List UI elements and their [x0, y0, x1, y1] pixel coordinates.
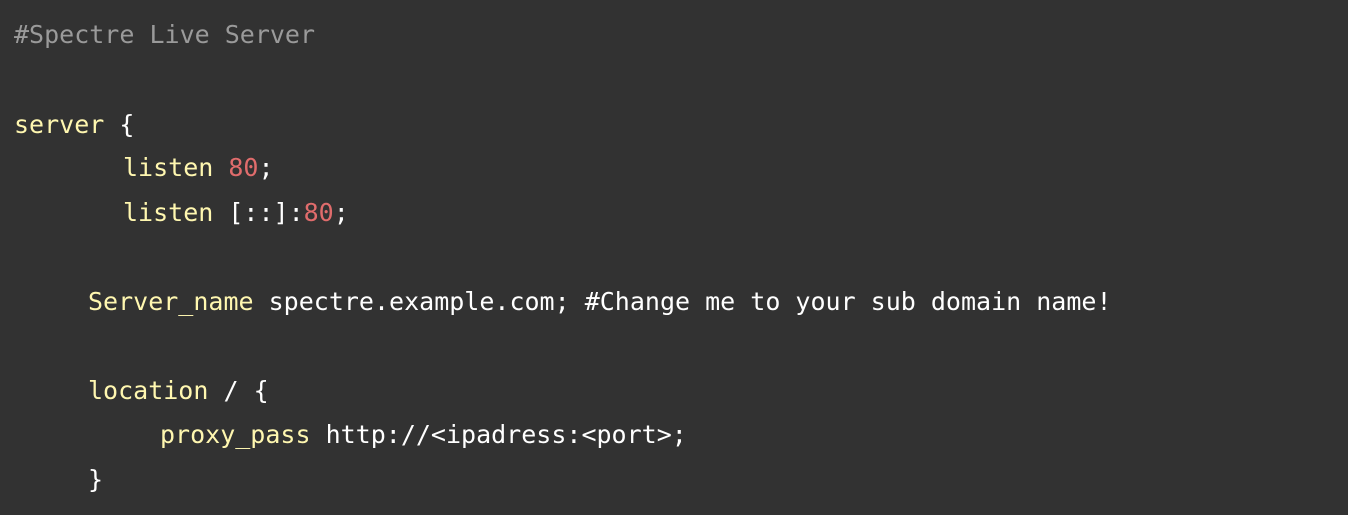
header-comment: #Spectre Live Server: [14, 20, 316, 49]
server-name-keyword: Server_name: [88, 287, 254, 316]
server-keyword: server: [14, 110, 105, 139]
code-line-server-name: Server_name spectre.example.com; #Change…: [88, 285, 1112, 319]
code-line-location: location / {: [88, 374, 269, 408]
proxy-pass-value: http://<ipadress:<port>;: [310, 420, 687, 449]
listen-end-2: ;: [333, 198, 349, 227]
server-name-value: spectre.example.com; #Change me to your …: [253, 287, 1112, 316]
code-line-listen-1: listen 80;: [123, 151, 274, 185]
listen-keyword-1: listen: [123, 153, 214, 182]
listen-keyword-2: listen: [123, 198, 214, 227]
code-line-comment: #Spectre Live Server: [14, 18, 315, 52]
location-path: / {: [208, 376, 269, 405]
listen-address-2: [::]:: [213, 198, 304, 227]
open-brace: {: [104, 110, 135, 139]
code-line-proxy-pass: proxy_pass http://<ipadress:<port>;: [160, 418, 687, 452]
code-line-close-brace: }: [88, 463, 103, 497]
listen-end-1: ;: [258, 153, 274, 182]
proxy-pass-keyword: proxy_pass: [160, 420, 311, 449]
location-keyword: location: [88, 376, 209, 405]
code-line-listen-2: listen [::]:80;: [123, 196, 349, 230]
listen-port-1: 80: [228, 153, 259, 182]
code-line-server: server {: [14, 108, 134, 142]
close-brace: }: [88, 465, 104, 494]
listen-port-2: 80: [303, 198, 334, 227]
code-block: #Spectre Live Server server { listen 80;…: [0, 0, 1348, 515]
